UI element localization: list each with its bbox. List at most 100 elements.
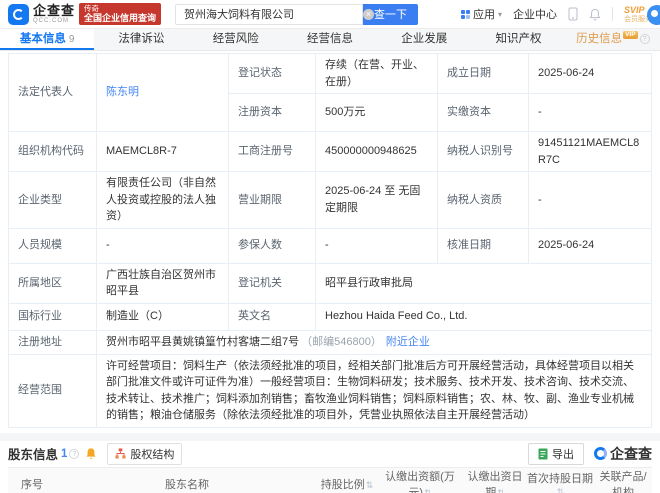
staff-size-value: - [96, 227, 229, 264]
qcc-logo[interactable]: 企查查 QCC.COM [8, 3, 76, 25]
shareholder-section: 股东信息 1 ? 股权结构 导出 企查查 序号 股东名称 持股比例⇅ 认缴出资额… [0, 441, 660, 493]
company-type-label: 企业类型 [8, 171, 97, 229]
postal-code: （邮编546800） [301, 335, 382, 348]
reg-capital-value: 500万元 [315, 93, 438, 132]
reg-authority-value: 昭平县行政审批局 [315, 262, 652, 304]
export-button[interactable]: 导出 [528, 442, 584, 465]
clear-icon[interactable]: × [363, 8, 375, 20]
term-value: 2025-06-24 至 无固定期限 [315, 171, 438, 229]
search-box: × 查一下 [175, 3, 419, 25]
shareholder-title: 股东信息 [8, 448, 59, 462]
address-cell: 贺州市昭平县黄姚镇篁竹村客塘二组7号 （邮编546800） 附近企业 [96, 329, 652, 355]
apps-label: 应用 [472, 9, 495, 21]
shareholder-count: 1 [61, 447, 68, 460]
brand-name: 企查查 [33, 3, 76, 18]
taxpayer-qual-value: - [528, 171, 652, 229]
paid-capital-value: - [528, 93, 652, 132]
reg-capital-label: 注册资本 [228, 93, 316, 132]
tab-history-info[interactable]: 历史信息 VIP? [566, 29, 660, 50]
tab-bar: 基本信息 9 法律诉讼 经营风险 经营信息 企业发展 知识产权 历史信息 VIP? [0, 29, 660, 51]
slogan-bottom: 全国企业信用查询 [84, 13, 157, 24]
col-index: 序号 [8, 466, 56, 493]
sort-icon[interactable]: ⇅ [497, 488, 505, 493]
shareholder-table: 序号 股东名称 持股比例⇅ 认缴出资额(万元)⇅ 认缴出资日期⇅ 首次持股日期⇅… [8, 466, 652, 493]
apps-grid-icon [460, 9, 470, 19]
notification-bell-icon[interactable] [589, 8, 601, 21]
term-label: 营业期限 [228, 171, 316, 229]
reg-no-label: 工商注册号 [228, 131, 316, 172]
export-file-icon [538, 448, 548, 460]
history-info-icon[interactable]: ? [639, 33, 650, 44]
col-shareholder-name: 股东名称 [56, 466, 318, 493]
scope-value: 许可经营项目：饲料生产（依法须经批准的项目，经相关部门批准后方可开展经营活动，具… [96, 353, 652, 428]
col-related: 关联产品/机构 [594, 466, 652, 493]
brand-domain: QCC.COM [33, 18, 69, 24]
search-input[interactable] [175, 3, 364, 25]
navbar-right: 应用 ▾ 企业中心 SVIP 会员服务 [460, 4, 652, 23]
slogan-top: 传奇 [84, 3, 100, 13]
staff-size-label: 人员规模 [8, 227, 97, 264]
reg-status-value: 存续（在营、开业、在册） [315, 53, 438, 94]
sort-icon[interactable]: ⇅ [557, 487, 565, 493]
col-amount: 认缴出资额(万元)⇅ [376, 466, 464, 493]
shareholder-header: 股东信息 1 ? 股权结构 导出 企查查 [8, 441, 652, 467]
legal-rep-link[interactable]: 陈东明 [106, 86, 139, 98]
tax-id-label: 纳税人识别号 [437, 131, 529, 172]
legal-rep-label: 法定代表人 [8, 53, 97, 132]
reg-no-value: 450000000948625 [315, 131, 438, 172]
col-first-date: 首次持股日期⇅ [526, 466, 594, 493]
est-date-value: 2025-06-24 [528, 53, 652, 94]
shareholder-info-icon[interactable]: ? [69, 448, 80, 459]
chevron-down-icon: ▾ [497, 9, 502, 19]
sort-icon[interactable]: ⇅ [366, 480, 374, 490]
sort-icon[interactable]: ⇅ [424, 488, 432, 493]
tab-basic-info-count: 9 [68, 34, 75, 45]
company-type-value: 有限责任公司（非自然人投资或控股的法人独资） [96, 171, 229, 229]
basic-info-table: 法定代表人 陈东明 登记状态 存续（在营、开业、在册） 成立日期 2025-06… [8, 53, 652, 428]
insured-value: - [315, 227, 438, 264]
mobile-app-icon[interactable] [568, 7, 578, 21]
tab-basic-info-label: 基本信息 [19, 33, 66, 45]
en-name-value: Hezhou Haida Feed Co., Ltd. [315, 302, 652, 331]
org-code-value: MAEMCL8R-7 [96, 131, 229, 172]
tab-business-info[interactable]: 经营信息 [283, 29, 377, 50]
en-name-label: 英文名 [228, 302, 316, 331]
tab-operating-risk[interactable]: 经营风险 [189, 29, 283, 50]
address-label: 注册地址 [8, 329, 97, 355]
legal-rep-cell: 陈东明 [96, 53, 229, 132]
qcc-watermark-icon [594, 447, 607, 460]
nearby-companies-link[interactable]: 附近企业 [386, 336, 430, 348]
service-avatar[interactable] [647, 5, 660, 25]
tax-id-value: 91451121MAEMCL8R7C [528, 131, 652, 172]
tab-intellectual-property[interactable]: 知识产权 [471, 29, 565, 50]
svip-label: SVIP [624, 4, 645, 15]
section-divider [0, 432, 660, 441]
vip-badge: VIP [623, 31, 638, 39]
reg-status-label: 登记状态 [228, 53, 316, 94]
taxpayer-qual-label: 纳税人资质 [437, 171, 529, 229]
equity-structure-button[interactable]: 股权结构 [107, 442, 183, 465]
reg-authority-label: 登记机关 [228, 262, 316, 304]
industry-label: 国标行业 [8, 302, 97, 331]
apps-menu[interactable]: 应用 ▾ [460, 6, 502, 22]
est-date-label: 成立日期 [437, 53, 529, 94]
org-code-label: 组织机构代码 [8, 131, 97, 172]
qcc-company-page: 企查查 QCC.COM 传奇 全国企业信用查询 × 查一下 应用 ▾ 企业中心 [0, 0, 660, 493]
approval-date-value: 2025-06-24 [528, 227, 652, 264]
org-chart-icon [115, 448, 126, 459]
divider [612, 7, 613, 21]
enterprise-center-link[interactable]: 企业中心 [513, 6, 557, 22]
qcc-logo-icon [8, 3, 29, 25]
tab-basic-info[interactable]: 基本信息 9 [0, 29, 95, 50]
slogan-badge: 传奇 全国企业信用查询 [79, 2, 162, 26]
approval-date-label: 核准日期 [437, 227, 529, 264]
monitor-bell-icon[interactable] [85, 447, 97, 460]
region-label: 所属地区 [8, 262, 97, 304]
paid-capital-label: 实缴资本 [437, 93, 529, 132]
tab-legal-litigation[interactable]: 法律诉讼 [94, 29, 188, 50]
col-date: 认缴出资日期⇅ [464, 466, 526, 493]
tab-company-development[interactable]: 企业发展 [377, 29, 471, 50]
qcc-watermark: 企查查 [594, 444, 652, 464]
col-ratio: 持股比例⇅ [318, 466, 376, 493]
region-value: 广西壮族自治区贺州市昭平县 [96, 262, 229, 304]
